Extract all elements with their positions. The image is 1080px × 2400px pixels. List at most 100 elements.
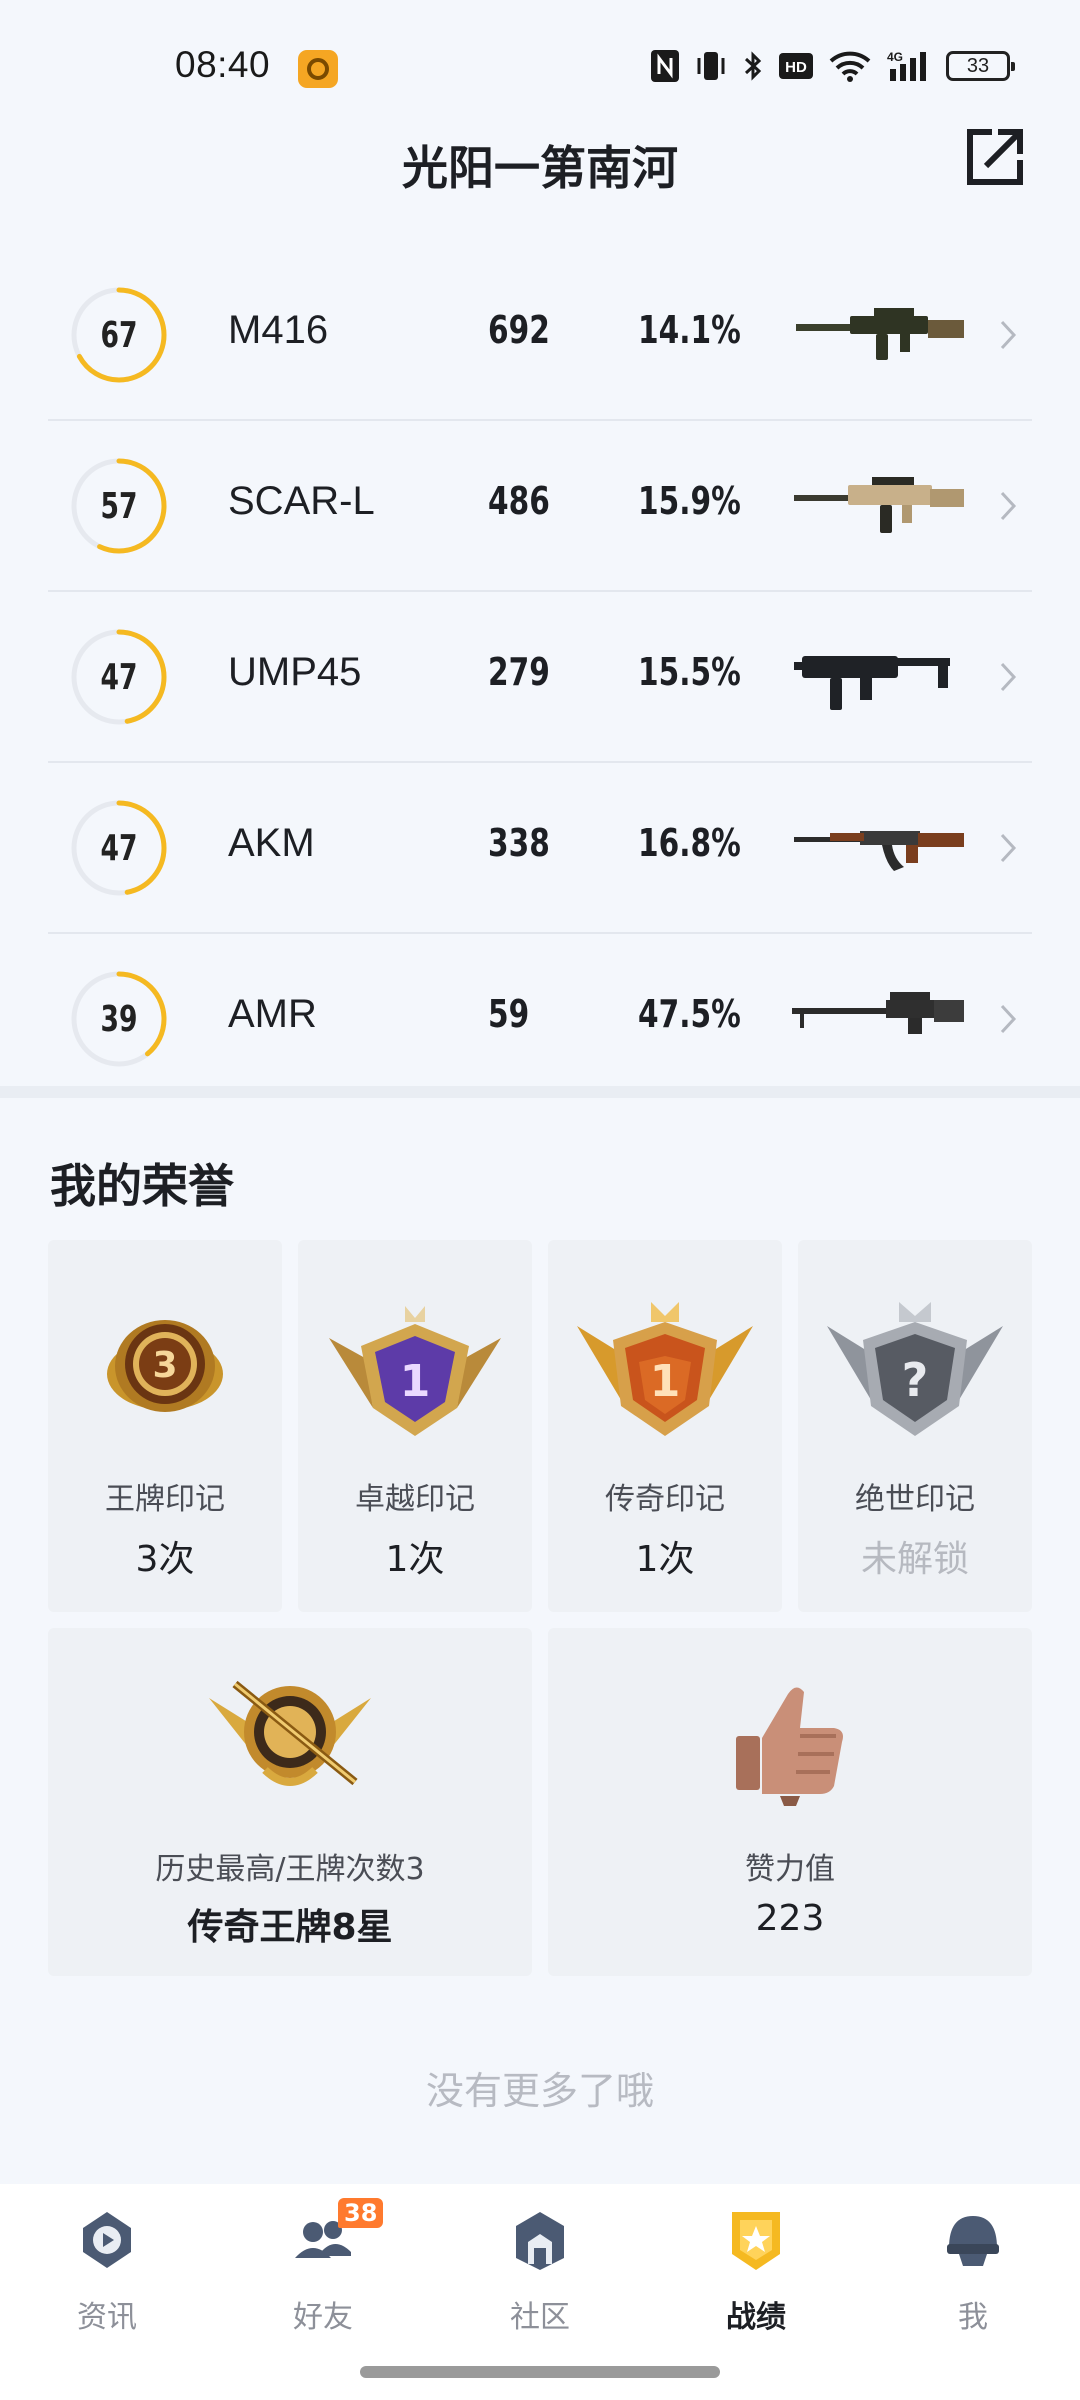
header: 光阳一第南河: [0, 120, 1080, 200]
weapon-score: 67: [100, 314, 138, 356]
weapon-row-m416[interactable]: 67 M416 692 14.1%: [48, 250, 1032, 421]
weapon-name: UMP45: [228, 650, 362, 694]
thumbs-up-icon: [736, 1687, 843, 1806]
amr-sniper-icon: [792, 992, 964, 1034]
weapon-row-amr[interactable]: 39 AMR 59 47.5%: [48, 934, 1032, 1105]
legend-mark-badge-icon: 1: [577, 1302, 753, 1436]
chevron-right-icon: [1000, 320, 1017, 350]
ump45-smg-icon: [794, 656, 950, 710]
honor-label: 卓越印记: [355, 1482, 475, 1517]
weapon-score: 39: [100, 998, 138, 1040]
tab-label: 我: [958, 2300, 988, 2335]
nfc-icon: [651, 50, 679, 82]
honor-label: 传奇印记: [605, 1482, 725, 1517]
excellence-mark-badge-icon: 1: [329, 1306, 501, 1436]
chevron-right-icon: [1000, 491, 1017, 521]
peerless-badge-number: ?: [902, 1353, 929, 1407]
community-icon: [516, 2212, 564, 2270]
chevron-right-icon: [1000, 662, 1017, 692]
honor-card-ace[interactable]: 3 王牌印记 3次: [48, 1240, 282, 1612]
page-title: 光阳一第南河: [402, 141, 678, 195]
weapon-name: AKM: [228, 821, 315, 865]
tab-news[interactable]: 资讯: [42, 2208, 172, 2358]
record-icon: [732, 2212, 780, 2270]
highest-rank-label: 历史最高/王牌次数3: [155, 1852, 425, 1887]
weapon-row-scar-l[interactable]: 57 SCAR-L 486 15.9%: [48, 421, 1032, 592]
weapon-score: 47: [100, 827, 138, 869]
weapon-kills: 692: [488, 308, 550, 352]
weapon-rate: 15.5%: [638, 650, 741, 694]
tab-record[interactable]: 战绩: [691, 2208, 821, 2358]
weapon-name: SCAR-L: [228, 479, 375, 523]
ace-badge-number: 3: [152, 1345, 177, 1386]
status-icons: HD 4G 33: [650, 46, 1015, 86]
status-bar: 08:40 HD 4G 33: [0, 0, 1080, 135]
tab-label: 资讯: [77, 2300, 137, 2335]
section-divider: [0, 1086, 1080, 1098]
cellular-signal-icon: 4G: [887, 50, 926, 81]
honor-card-highest-rank[interactable]: 历史最高/王牌次数3 传奇王牌8星: [48, 1628, 532, 1976]
app-notification-icon: [298, 50, 338, 88]
svg-text:HD: HD: [785, 59, 807, 76]
weapon-list: 67 M416 692 14.1% 57 SCAR-L 486 15.9% 47 UMP45 279…: [48, 250, 1032, 1105]
tab-friends[interactable]: 38 好友: [258, 2198, 388, 2358]
likes-label: 赞力值: [745, 1852, 835, 1887]
honor-card-peerless[interactable]: ? 绝世印记 未解锁: [798, 1240, 1032, 1612]
end-of-list-text: 没有更多了哦: [425, 2069, 654, 2113]
honor-value: 1次: [385, 1539, 445, 1580]
weapon-name: M416: [228, 308, 329, 352]
weapon-rate: 47.5%: [638, 992, 741, 1036]
tab-label: 社区: [510, 2300, 570, 2335]
news-icon: [83, 2212, 131, 2268]
tab-community[interactable]: 社区: [475, 2208, 605, 2358]
battery-indicator: 33: [946, 51, 1015, 81]
profile-helmet-icon: [947, 2216, 999, 2266]
legend-badge-number: 1: [650, 1356, 681, 1407]
weapon-name: AMR: [228, 992, 317, 1036]
honor-card-legend[interactable]: 1 传奇印记 1次: [548, 1240, 782, 1612]
honor-label: 绝世印记: [855, 1482, 975, 1517]
scarl-rifle-icon: [794, 477, 964, 533]
excellence-badge-number: 1: [400, 1356, 431, 1407]
share-button[interactable]: [962, 124, 1028, 190]
battery-level: 33: [966, 54, 990, 77]
weapon-kills: 338: [488, 821, 550, 865]
weapon-rate: 15.9%: [638, 479, 741, 523]
home-indicator[interactable]: [360, 2366, 720, 2378]
honor-value: 未解锁: [860, 1539, 969, 1580]
weapon-row-ump45[interactable]: 47 UMP45 279 15.5%: [48, 592, 1032, 763]
likes-value: 223: [755, 1898, 825, 1939]
honor-label: 王牌印记: [105, 1482, 225, 1517]
weapon-rate: 16.8%: [638, 821, 741, 865]
weapon-score: 47: [100, 656, 138, 698]
akm-rifle-icon: [794, 831, 964, 871]
svg-text:4G: 4G: [887, 50, 903, 64]
honor-card-excellence[interactable]: 1 卓越印记 1次: [298, 1240, 532, 1612]
weapon-score: 57: [100, 485, 138, 527]
chevron-right-icon: [1000, 833, 1017, 863]
wifi-icon: [829, 51, 871, 82]
legend-ace-rank-badge-icon: [209, 1680, 371, 1786]
highest-rank-value: 传奇王牌8星: [187, 1907, 393, 1948]
honor-value: 1次: [635, 1539, 695, 1580]
tab-label: 好友: [293, 2300, 353, 2335]
weapon-rate: 14.1%: [638, 308, 741, 352]
honor-card-likes[interactable]: 赞力值 223: [548, 1628, 1032, 1976]
ace-mark-badge-icon: 3: [107, 1320, 223, 1412]
vibrate-icon: [697, 52, 725, 80]
weapon-kills: 486: [488, 479, 550, 523]
friends-notification-badge: 38: [338, 2198, 384, 2228]
chevron-right-icon: [1000, 1004, 1017, 1034]
weapon-row-akm[interactable]: 47 AKM 338 16.8%: [48, 763, 1032, 934]
honor-value: 3次: [135, 1539, 195, 1580]
bluetooth-icon: [744, 51, 762, 81]
tab-profile[interactable]: 我: [908, 2208, 1038, 2358]
m416-rifle-icon: [796, 308, 964, 360]
tab-label: 战绩: [726, 2300, 786, 2335]
weapon-kills: 59: [488, 992, 530, 1036]
status-time: 08:40: [175, 44, 271, 85]
weapon-kills: 279: [488, 650, 550, 694]
peerless-mark-badge-icon: ?: [827, 1302, 1003, 1436]
honors-title: 我的荣誉: [50, 1159, 234, 1213]
hd-icon: HD: [779, 53, 813, 79]
